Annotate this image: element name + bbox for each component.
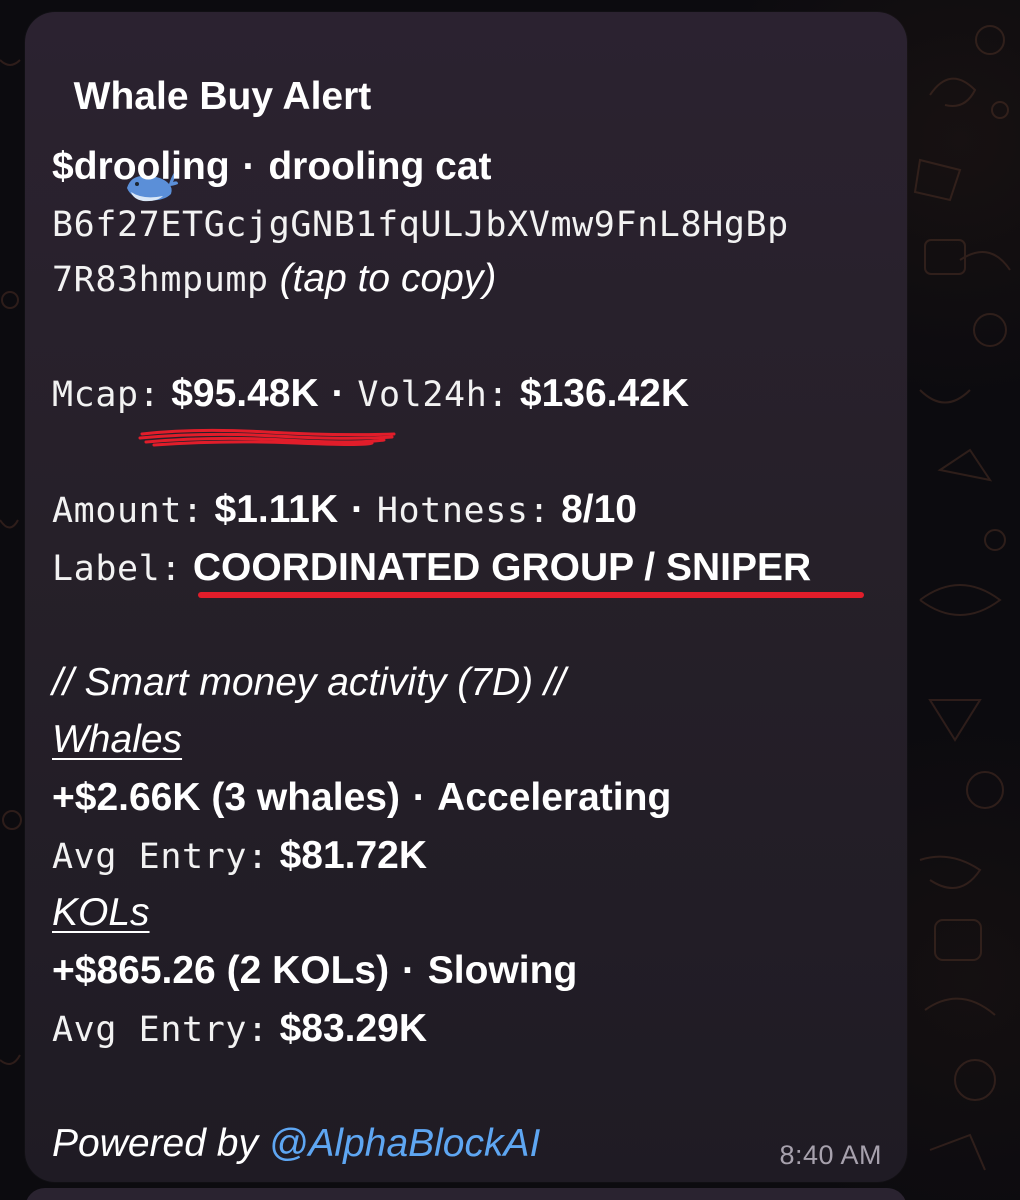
token-name: drooling cat <box>268 145 492 188</box>
hotness-value: 8/10 <box>561 488 637 531</box>
powered-by-line: Powered by @AlphaBlockAI <box>52 1121 540 1167</box>
vol24h-label: Vol24h: <box>357 375 510 415</box>
kols-avg-label: Avg Entry: <box>52 1010 269 1050</box>
separator: · <box>412 776 426 819</box>
tap-to-copy-hint[interactable]: (tap to copy) <box>280 257 497 300</box>
kols-trend: Slowing <box>427 949 578 992</box>
whales-flow: +$2.66K (3 whales) <box>52 776 400 819</box>
separator: · <box>351 488 364 531</box>
mcap-value: $95.48K <box>171 372 319 415</box>
label-label: Label: <box>52 549 183 589</box>
alphablockai-link[interactable]: @AlphaBlockAI <box>269 1122 541 1165</box>
amount-label: Amount: <box>52 491 204 531</box>
red-scribble-annotation <box>138 428 396 447</box>
alert-title: Whale Buy Alert <box>73 75 372 118</box>
whales-avg-entry-line: Avg Entry: $81.72K <box>52 833 427 880</box>
token-line: $drooling · drooling cat <box>52 144 492 190</box>
kols-avg-value: $83.29K <box>279 1007 428 1050</box>
kols-section-title[interactable]: KOLs <box>52 890 150 936</box>
label-value: COORDINATED GROUP / SNIPER <box>192 546 812 589</box>
message-timestamp: 8:40 AM <box>779 1140 882 1170</box>
token-ticker: $drooling <box>52 145 230 188</box>
label-line: Label: COORDINATED GROUP / SNIPER <box>52 545 811 592</box>
whales-avg-label: Avg Entry: <box>52 837 269 877</box>
contract-address-line-1[interactable]: B6f27ETGcjgGNB1fqULJbXVmw9FnL8HgBp <box>52 202 789 248</box>
contract-address-suffix[interactable]: 7R83hmpump <box>52 260 269 300</box>
amount-hotness-line: Amount: $1.11K · Hotness: 8/10 <box>52 487 637 534</box>
kols-avg-entry-line: Avg Entry: $83.29K <box>52 1006 427 1053</box>
whales-trend: Accelerating <box>437 776 672 819</box>
vol24h-value: $136.42K <box>519 372 690 415</box>
whales-avg-value: $81.72K <box>279 834 428 877</box>
hotness-label: Hotness: <box>376 491 551 531</box>
next-message-bubble <box>25 1188 907 1200</box>
powered-by-text: Powered by <box>52 1122 258 1165</box>
separator: · <box>242 145 256 188</box>
whales-flow-line: +$2.66K (3 whales) · Accelerating <box>52 775 671 821</box>
smart-money-heading: // Smart money activity (7D) // <box>52 661 566 704</box>
separator: · <box>401 949 415 992</box>
mcap-vol-line: Mcap: $95.48K · Vol24h: $136.42K <box>52 371 689 418</box>
contract-address-line-2[interactable]: 7R83hmpump (tap to copy) <box>52 256 496 303</box>
kols-flow-line: +$865.26 (2 KOLs) · Slowing <box>52 948 577 994</box>
mcap-label: Mcap: <box>52 375 161 415</box>
whales-section-title[interactable]: Whales <box>52 717 182 763</box>
kols-flow: +$865.26 (2 KOLs) <box>52 949 390 992</box>
amount-value: $1.11K <box>214 488 339 531</box>
separator: · <box>331 372 345 415</box>
red-underline-annotation <box>198 592 864 598</box>
